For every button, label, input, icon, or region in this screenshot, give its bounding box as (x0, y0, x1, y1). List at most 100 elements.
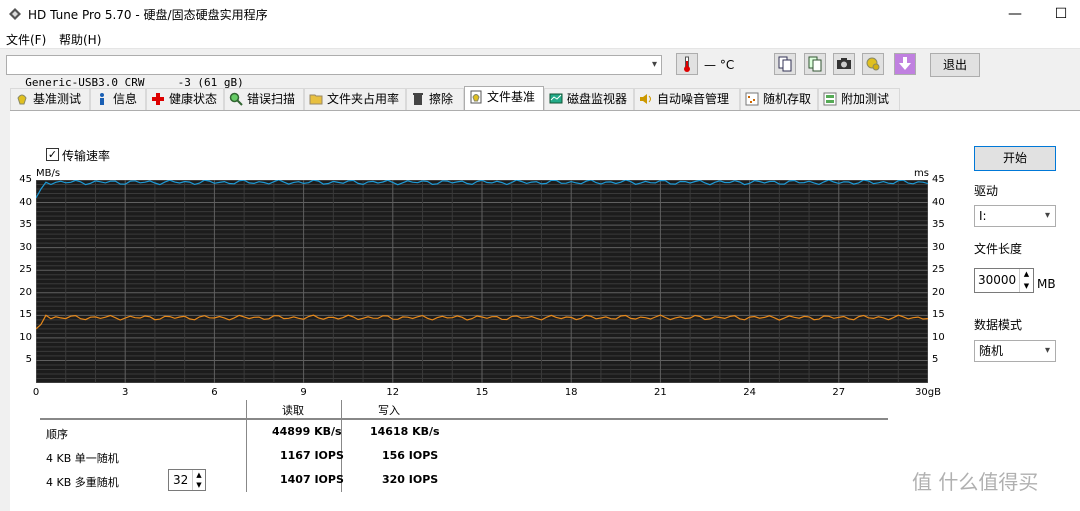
y-tick-label-right: 5 (932, 354, 939, 366)
tab-info[interactable]: 信息 (90, 88, 146, 110)
y-tick-label-right: 35 (932, 219, 945, 231)
benchmark-icon (17, 94, 27, 105)
x-tick-label: 9 (300, 387, 307, 398)
file-length-stepper[interactable]: 30000 ▲ ▼ (974, 268, 1034, 293)
monitor-icon (549, 93, 563, 104)
spin-down-icon[interactable]: ▼ (192, 480, 205, 490)
magnifier-icon (229, 92, 243, 106)
y-left-unit: MB/s (36, 168, 61, 179)
spin-up-icon[interactable]: ▲ (192, 470, 205, 480)
row-label: 4 KB 单一随机 (46, 452, 119, 465)
x-tick-label: 0 (32, 387, 40, 398)
spin-down-icon[interactable]: ▼ (1019, 280, 1033, 292)
y-tick-label-right: 45 (932, 174, 945, 185)
tab-folder-usage[interactable]: 文件夹占用率 (304, 88, 406, 110)
row-label: 顺序 (46, 428, 68, 441)
x-tick-label: 24 (743, 387, 756, 398)
speaker-icon (640, 94, 651, 104)
y-tick-label: 20 (19, 286, 32, 298)
options-button[interactable] (862, 53, 884, 75)
table-divider (246, 400, 247, 492)
chevron-down-icon: ▾ (1044, 210, 1050, 221)
info-icon (100, 93, 104, 105)
read-value: 44899 KB/s (272, 425, 342, 438)
y-tick-label-right: 15 (932, 309, 945, 321)
y-tick-label-right: 20 (932, 286, 945, 298)
spin-up-icon[interactable]: ▲ (1019, 269, 1033, 280)
title-bar: HD Tune Pro 5.70 - 硬盘/固态硬盘实用程序 — ☐ (0, 0, 1080, 28)
row-label: 4 KB 多重随机 (46, 476, 119, 489)
queue-depth-value: 32 (173, 473, 189, 487)
tab-acoustic[interactable]: 自动噪音管理 (634, 88, 740, 110)
window-title: HD Tune Pro 5.70 - 硬盘/固态硬盘实用程序 (28, 8, 268, 22)
transfer-rate-label: 传输速率 (62, 149, 111, 163)
col-read-header: 读取 (282, 404, 304, 417)
file-benchmark-icon (470, 90, 482, 104)
menu-file[interactable]: 文件(F) (6, 31, 46, 48)
minimize-button[interactable]: — (992, 0, 1038, 28)
trash-icon (413, 93, 423, 105)
tab-extra-tests[interactable]: 附加测试 (818, 88, 900, 110)
data-mode-select[interactable]: 随机 ▾ (974, 340, 1056, 362)
save-button[interactable] (894, 53, 916, 75)
tab-random-access[interactable]: 随机存取 (740, 88, 818, 110)
tab-bar: 基准测试 信息 健康状态 错误扫描 文件夹占用率 擦除 文件基准 磁盘监视器 自… (10, 86, 1080, 110)
menu-bar: 文件(F) 帮助(H) (0, 28, 1080, 49)
temperature-readout: — °C (704, 58, 735, 72)
write-value: 156 IOPS (382, 449, 439, 462)
write-value: 320 IOPS (382, 473, 439, 486)
tab-error-scan[interactable]: 错误扫描 (224, 88, 304, 110)
random-access-icon (745, 92, 759, 106)
x-tick-label: 6 (211, 387, 218, 398)
y-tick-label-right: 30 (932, 241, 945, 253)
health-cross-icon (152, 93, 164, 105)
temperature-button[interactable] (676, 53, 698, 75)
file-length-label: 文件长度 (974, 242, 1023, 256)
menu-help[interactable]: 帮助(H) (59, 31, 101, 48)
y-tick-label: 40 (19, 196, 32, 208)
app-icon (9, 8, 21, 20)
copy-button[interactable] (774, 53, 796, 75)
y-right-unit: ms (914, 168, 929, 179)
x-tick-label: 21 (654, 387, 667, 398)
tab-benchmark[interactable]: 基准测试 (10, 88, 90, 110)
screenshot-button[interactable] (833, 53, 855, 75)
extra-tests-icon (823, 92, 837, 106)
copy-all-icon (808, 56, 822, 72)
tab-file-benchmark[interactable]: 文件基准 (464, 86, 544, 110)
x-tick-label: 27 (832, 387, 846, 398)
chevron-down-icon: ▾ (651, 59, 657, 70)
drive-letter-select[interactable]: I: ▾ (974, 205, 1056, 227)
y-tick-label: 5 (25, 354, 32, 366)
transfer-rate-checkbox[interactable]: ✓ (46, 148, 59, 161)
copy-all-button[interactable] (804, 53, 826, 75)
exit-button[interactable]: 退出 (930, 53, 980, 77)
camera-icon (837, 58, 851, 69)
file-length-unit: MB (1037, 277, 1056, 291)
tab-health[interactable]: 健康状态 (146, 88, 224, 110)
maximize-button[interactable]: ☐ (1038, 0, 1080, 28)
y-tick-label: 15 (19, 309, 32, 321)
tab-erase[interactable]: 擦除 (406, 88, 464, 110)
drive-select[interactable]: Generic-USB3.0 CRW -3 (61 gB) ▾ (6, 55, 662, 89)
queue-depth-stepper[interactable]: 32 ▲ ▼ (168, 469, 206, 491)
read-value: 1407 IOPS (280, 473, 344, 486)
thermometer-icon (684, 56, 690, 72)
y-tick-label: 35 (19, 219, 32, 231)
x-tick-label: 15 (475, 387, 489, 398)
x-tick-label: 12 (386, 387, 400, 398)
file-length-value: 30000 (978, 273, 1017, 287)
y-tick-label: 10 (19, 331, 32, 343)
y-tick-label: 25 (19, 264, 32, 276)
y-tick-label: 45 (19, 174, 32, 185)
options-icon (866, 57, 880, 71)
tab-disk-monitor[interactable]: 磁盘监视器 (544, 88, 634, 110)
data-mode-label: 数据模式 (974, 318, 1023, 332)
x-tick-label: 18 (564, 387, 578, 398)
start-button[interactable]: 开始 (974, 146, 1056, 171)
down-arrow-icon (899, 57, 911, 70)
write-value: 14618 KB/s (370, 425, 440, 438)
y-tick-label: 30 (19, 241, 32, 253)
x-tick-label: 3 (122, 387, 129, 398)
transfer-rate-chart (36, 180, 928, 383)
